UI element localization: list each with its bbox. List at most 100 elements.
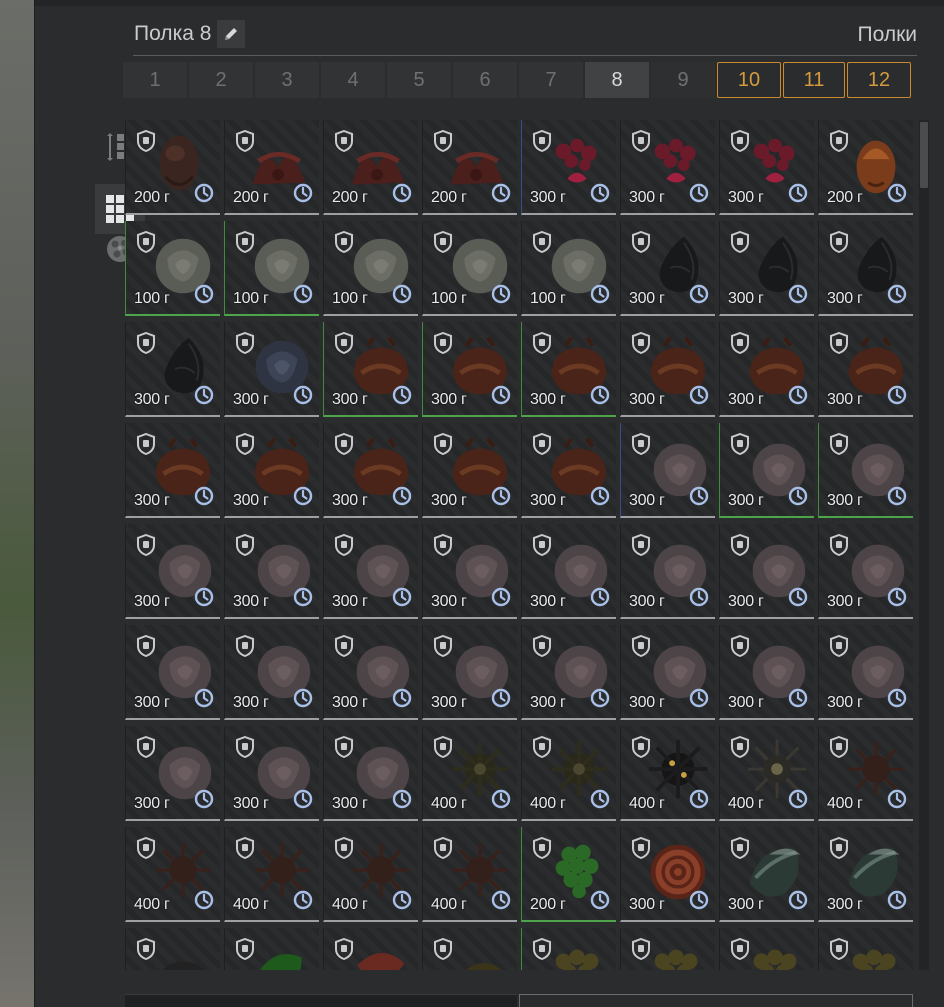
- shield-icon: [235, 533, 255, 560]
- item-slot[interactable]: 100 г: [422, 221, 517, 316]
- item-slot[interactable]: 100 г: [125, 221, 220, 316]
- item-slot[interactable]: 300 г: [224, 625, 319, 720]
- item-weight: 300 г: [530, 593, 566, 610]
- scrollbar-thumb[interactable]: [920, 122, 928, 188]
- item-slot[interactable]: 100 г: [323, 221, 418, 316]
- item-slot[interactable]: 300 г: [818, 625, 913, 720]
- shelf-tab-12[interactable]: 12: [847, 62, 911, 98]
- item-slot[interactable]: 300 г: [323, 423, 418, 518]
- item-slot[interactable]: 300 г: [620, 221, 715, 316]
- item-slot[interactable]: 300 г: [224, 423, 319, 518]
- item-slot[interactable]: 300 г: [521, 524, 616, 619]
- item-slot[interactable]: [521, 928, 616, 970]
- item-slot[interactable]: 400 г: [323, 827, 418, 922]
- shield-icon: [730, 836, 750, 863]
- rename-shelf-button[interactable]: [217, 20, 245, 48]
- item-slot[interactable]: 300 г: [323, 322, 418, 417]
- item-slot[interactable]: [125, 928, 220, 970]
- item-slot[interactable]: 300 г: [818, 221, 913, 316]
- item-slot[interactable]: 200 г: [818, 120, 913, 215]
- grid-scrollbar[interactable]: [919, 120, 929, 970]
- item-slot[interactable]: 300 г: [521, 625, 616, 720]
- clock-icon: [887, 183, 907, 207]
- item-slot[interactable]: 300 г: [422, 524, 517, 619]
- item-slot[interactable]: [323, 928, 418, 970]
- item-slot[interactable]: 300 г: [719, 625, 814, 720]
- item-slot[interactable]: 300 г: [125, 322, 220, 417]
- item-slot[interactable]: 300 г: [521, 423, 616, 518]
- item-weight: 200 г: [332, 189, 368, 206]
- item-slot[interactable]: 300 г: [719, 322, 814, 417]
- item-grid-viewport[interactable]: 200 г 200 г 200 г 200 г 300 г 300 г 300 г 200 г…: [123, 120, 915, 970]
- item-slot[interactable]: 100 г: [224, 221, 319, 316]
- item-slot[interactable]: 400 г: [125, 827, 220, 922]
- item-slot[interactable]: 300 г: [224, 322, 319, 417]
- item-slot[interactable]: 300 г: [719, 827, 814, 922]
- item-slot[interactable]: 300 г: [422, 423, 517, 518]
- item-slot[interactable]: 300 г: [125, 524, 220, 619]
- item-slot[interactable]: 100 г: [521, 221, 616, 316]
- item-slot[interactable]: 400 г: [224, 827, 319, 922]
- item-slot[interactable]: 400 г: [422, 726, 517, 821]
- shelf-tab-2[interactable]: 2: [189, 62, 253, 98]
- item-slot[interactable]: 300 г: [620, 827, 715, 922]
- item-slot[interactable]: 300 г: [422, 322, 517, 417]
- item-slot[interactable]: 300 г: [323, 726, 418, 821]
- shelf-tab-3[interactable]: 3: [255, 62, 319, 98]
- shelf-tab-9[interactable]: 9: [651, 62, 715, 98]
- item-slot[interactable]: 300 г: [521, 120, 616, 215]
- item-slot[interactable]: 300 г: [620, 423, 715, 518]
- item-slot[interactable]: 300 г: [224, 524, 319, 619]
- item-slot[interactable]: 300 г: [818, 423, 913, 518]
- item-slot[interactable]: 300 г: [818, 524, 913, 619]
- shield-icon: [631, 735, 651, 762]
- item-slot[interactable]: 300 г: [521, 322, 616, 417]
- item-slot[interactable]: 200 г: [323, 120, 418, 215]
- item-slot[interactable]: 300 г: [422, 625, 517, 720]
- shelf-tab-7[interactable]: 7: [519, 62, 583, 98]
- shelf-tab-4[interactable]: 4: [321, 62, 385, 98]
- item-slot[interactable]: 300 г: [719, 120, 814, 215]
- shelves-button[interactable]: Полки: [858, 23, 917, 47]
- item-slot[interactable]: [818, 928, 913, 970]
- item-slot[interactable]: 300 г: [125, 625, 220, 720]
- item-slot[interactable]: 200 г: [521, 827, 616, 922]
- item-slot[interactable]: 300 г: [125, 726, 220, 821]
- shelf-tab-1[interactable]: 1: [123, 62, 187, 98]
- shelf-tab-5[interactable]: 5: [387, 62, 451, 98]
- item-slot[interactable]: 400 г: [818, 726, 913, 821]
- item-slot[interactable]: 300 г: [620, 625, 715, 720]
- shelf-tab-10[interactable]: 10: [717, 62, 781, 98]
- item-slot[interactable]: 300 г: [323, 524, 418, 619]
- item-slot[interactable]: 400 г: [719, 726, 814, 821]
- shield-icon: [334, 634, 354, 661]
- item-slot[interactable]: 300 г: [719, 524, 814, 619]
- shelf-tab-8[interactable]: 8: [585, 62, 649, 98]
- item-slot[interactable]: [422, 928, 517, 970]
- item-slot[interactable]: 200 г: [125, 120, 220, 215]
- item-slot[interactable]: 200 г: [422, 120, 517, 215]
- item-slot[interactable]: 300 г: [818, 322, 913, 417]
- item-slot[interactable]: 400 г: [422, 827, 517, 922]
- item-slot[interactable]: 300 г: [818, 827, 913, 922]
- item-slot[interactable]: [620, 928, 715, 970]
- item-slot[interactable]: 300 г: [125, 423, 220, 518]
- item-slot[interactable]: 400 г: [521, 726, 616, 821]
- item-slot[interactable]: 300 г: [620, 120, 715, 215]
- item-slot[interactable]: 300 г: [224, 726, 319, 821]
- item-slot[interactable]: 300 г: [620, 322, 715, 417]
- item-slot[interactable]: 300 г: [323, 625, 418, 720]
- shield-icon: [334, 735, 354, 762]
- item-slot[interactable]: 300 г: [719, 423, 814, 518]
- shield-icon: [532, 432, 552, 459]
- item-slot[interactable]: 300 г: [719, 221, 814, 316]
- item-slot[interactable]: [224, 928, 319, 970]
- item-slot[interactable]: 200 г: [224, 120, 319, 215]
- item-slot[interactable]: 400 г: [620, 726, 715, 821]
- item-slot[interactable]: [719, 928, 814, 970]
- item-slot[interactable]: 300 г: [620, 524, 715, 619]
- item-weight: 300 г: [134, 391, 170, 408]
- shelf-tab-6[interactable]: 6: [453, 62, 517, 98]
- shelf-tab-11[interactable]: 11: [783, 62, 845, 98]
- shield-icon: [730, 634, 750, 661]
